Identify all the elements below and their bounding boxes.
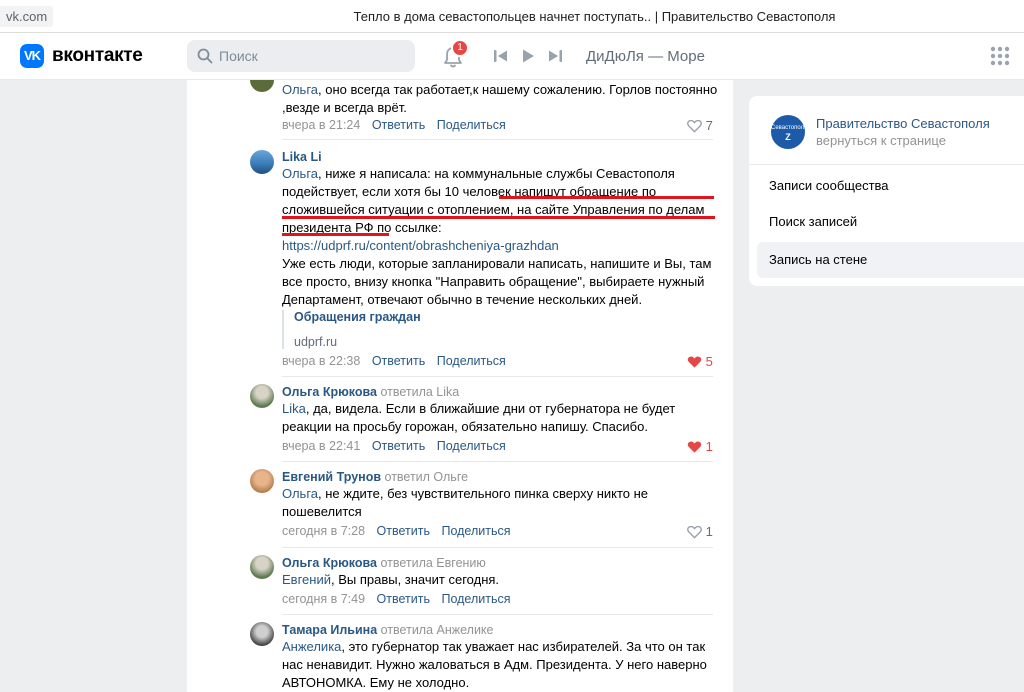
like-button[interactable]: 7 [687,118,717,133]
current-track[interactable]: ДиДюЛя — Море [586,48,705,65]
comment-text: Ольга, ниже я написала: на коммунальные … [282,166,712,307]
mention-link[interactable]: Lika [282,401,306,416]
avatar[interactable] [250,622,274,646]
back-to-page-link[interactable]: вернуться к странице [816,133,946,148]
reply-button[interactable]: Ответить [372,354,425,368]
sidebar-item-wall-post[interactable]: Запись на стене [757,242,1024,278]
comment-text: Ольга, оно всегда так работает,к нашему … [282,82,718,115]
annotation-underline [499,196,714,199]
vk-wordmark[interactable]: вконтакте [52,44,143,68]
snippet-title[interactable]: Обращения граждан [294,310,702,324]
comment-meta: вчера в 22:41 Ответить Поделиться [282,439,506,453]
comment: Ольга Крюкова ответила Lika Lika, да, ви… [187,377,733,462]
share-button[interactable]: Поделиться [437,354,506,368]
avatar[interactable] [250,469,274,493]
search-input[interactable] [219,40,409,72]
annotation-underline [282,233,389,236]
like-button[interactable]: 1 [687,439,717,454]
vk-logo[interactable]: VK [20,44,44,68]
snippet-domain: udprf.ru [294,335,338,349]
avatar[interactable] [250,555,274,579]
share-button[interactable]: Поделиться [437,118,506,132]
vk-header: VK вконтакте 1 ДиДюЛя — Море [0,33,1024,80]
reply-to[interactable]: ответила Евгению [380,556,485,570]
comment-text: Евгений, Вы правы, значит сегодня. [282,572,500,587]
heart-outline-icon [687,525,702,539]
reply-button[interactable]: Ответить [377,524,430,538]
comment: Lika Li Ольга, ниже я написала: на комму… [187,140,733,377]
comment-text: Ольга, не ждите, без чувствительного пин… [282,486,649,519]
heart-filled-icon [687,441,702,453]
like-count: 1 [705,439,713,454]
like-count: 7 [705,118,713,133]
link-snippet[interactable]: Обращения граждан udprf.ru [282,310,702,349]
avatar[interactable] [250,150,274,174]
comments-feed: Ольга, оно всегда так работает,к нашему … [187,80,733,692]
group-name-link[interactable]: Правительство Севастополя [816,116,990,131]
avatar[interactable] [250,384,274,408]
comment: Тамара Ильина ответила Анжелике Анжелика… [187,615,733,692]
comment-time[interactable]: вчера в 21:24 [282,118,360,132]
comment-time[interactable]: сегодня в 7:49 [282,592,365,606]
comment-meta: сегодня в 7:28 Ответить Поделиться [282,524,510,538]
comment-author[interactable]: Ольга Крюкова ответила Lika [282,385,459,399]
sidebar-item-search-posts[interactable]: Поиск записей [757,204,1024,240]
comment-time[interactable]: вчера в 22:38 [282,354,360,368]
share-button[interactable]: Поделиться [441,524,510,538]
like-count: 1 [705,524,713,539]
share-button[interactable]: Поделиться [441,592,510,606]
comment-meta: вчера в 21:24 Ответить Поделиться [282,118,506,132]
next-track-icon[interactable] [547,48,563,64]
previous-track-icon[interactable] [493,48,509,64]
browser-bar: vk.com Тепло в дома севастопольцев начне… [0,0,1024,33]
comment-time[interactable]: сегодня в 7:28 [282,524,365,538]
avatar[interactable] [250,80,274,92]
comment-time[interactable]: вчера в 22:41 [282,439,360,453]
comment-author[interactable]: Евгений Трунов ответил Ольге [282,470,468,484]
apps-grid-icon[interactable] [990,46,1010,66]
share-button[interactable]: Поделиться [437,439,506,453]
reply-to[interactable]: ответила Анжелике [381,623,494,637]
heart-filled-icon [687,356,702,368]
reply-button[interactable]: Ответить [377,592,430,606]
mention-link[interactable]: Ольга [282,166,318,181]
comment: Ольга, оно всегда так работает,к нашему … [187,80,733,140]
comment-text: Анжелика, это губернатор так уважает нас… [282,639,707,690]
comment-meta: сегодня в 7:49 Ответить Поделиться [282,592,510,606]
notification-badge: 1 [451,39,469,57]
search-box[interactable] [187,40,415,72]
comment-author[interactable]: Тамара Ильина ответила Анжелике [282,623,494,637]
reply-to[interactable]: ответил Ольге [385,470,469,484]
comment-author[interactable]: Ольга Крюкова ответила Евгению [282,556,486,570]
mention-link[interactable]: Евгений [282,572,331,587]
external-link[interactable]: https://udprf.ru/content/obrashcheniya-g… [282,238,559,253]
community-sidebar: Севастополь Z Правительство Севастополя … [749,96,1024,286]
comment: Ольга Крюкова ответила Евгению Евгений, … [187,548,733,615]
like-button[interactable]: 5 [687,354,717,369]
reply-to[interactable]: ответила Lika [380,385,459,399]
comment-author[interactable]: Lika Li [282,150,322,164]
reply-button[interactable]: Ответить [372,118,425,132]
reply-button[interactable]: Ответить [372,439,425,453]
search-icon [197,48,213,64]
divider [749,164,1024,165]
annotation-underline [282,216,715,219]
like-button[interactable]: 1 [687,524,717,539]
comment: Евгений Трунов ответил Ольге Ольга, не ж… [187,462,733,548]
mention-link[interactable]: Анжелика [282,639,341,654]
sidebar-item-community-posts[interactable]: Записи сообщества [757,168,1024,204]
heart-outline-icon [687,119,702,133]
comment-text: Lika, да, видела. Если в ближайшие дни о… [282,401,676,434]
group-logo[interactable]: Севастополь Z [771,115,807,149]
page-title: Тепло в дома севастопольцев начнет посту… [353,9,836,24]
play-icon[interactable] [520,48,536,64]
mention-link[interactable]: Ольга [282,486,318,501]
like-count: 5 [705,354,713,369]
mention-link[interactable]: Ольга [282,82,318,97]
comment-meta: вчера в 22:38 Ответить Поделиться [282,354,506,368]
